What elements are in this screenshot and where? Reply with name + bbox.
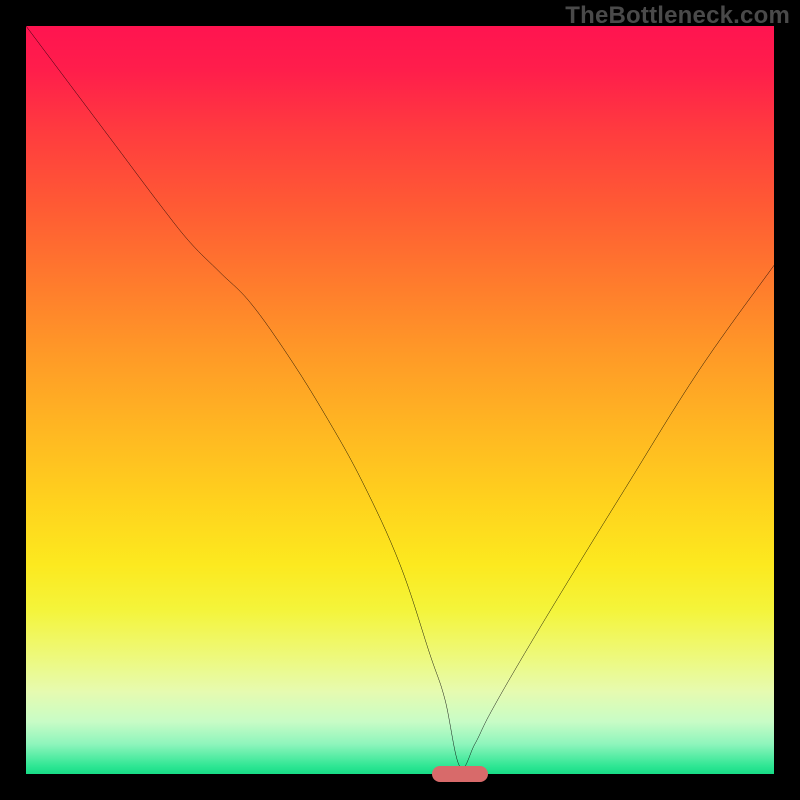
chart-frame: TheBottleneck.com [0,0,800,800]
watermark-text: TheBottleneck.com [565,2,790,30]
plot-area [26,26,774,774]
optimal-marker [432,766,488,782]
bottleneck-curve [26,26,774,774]
